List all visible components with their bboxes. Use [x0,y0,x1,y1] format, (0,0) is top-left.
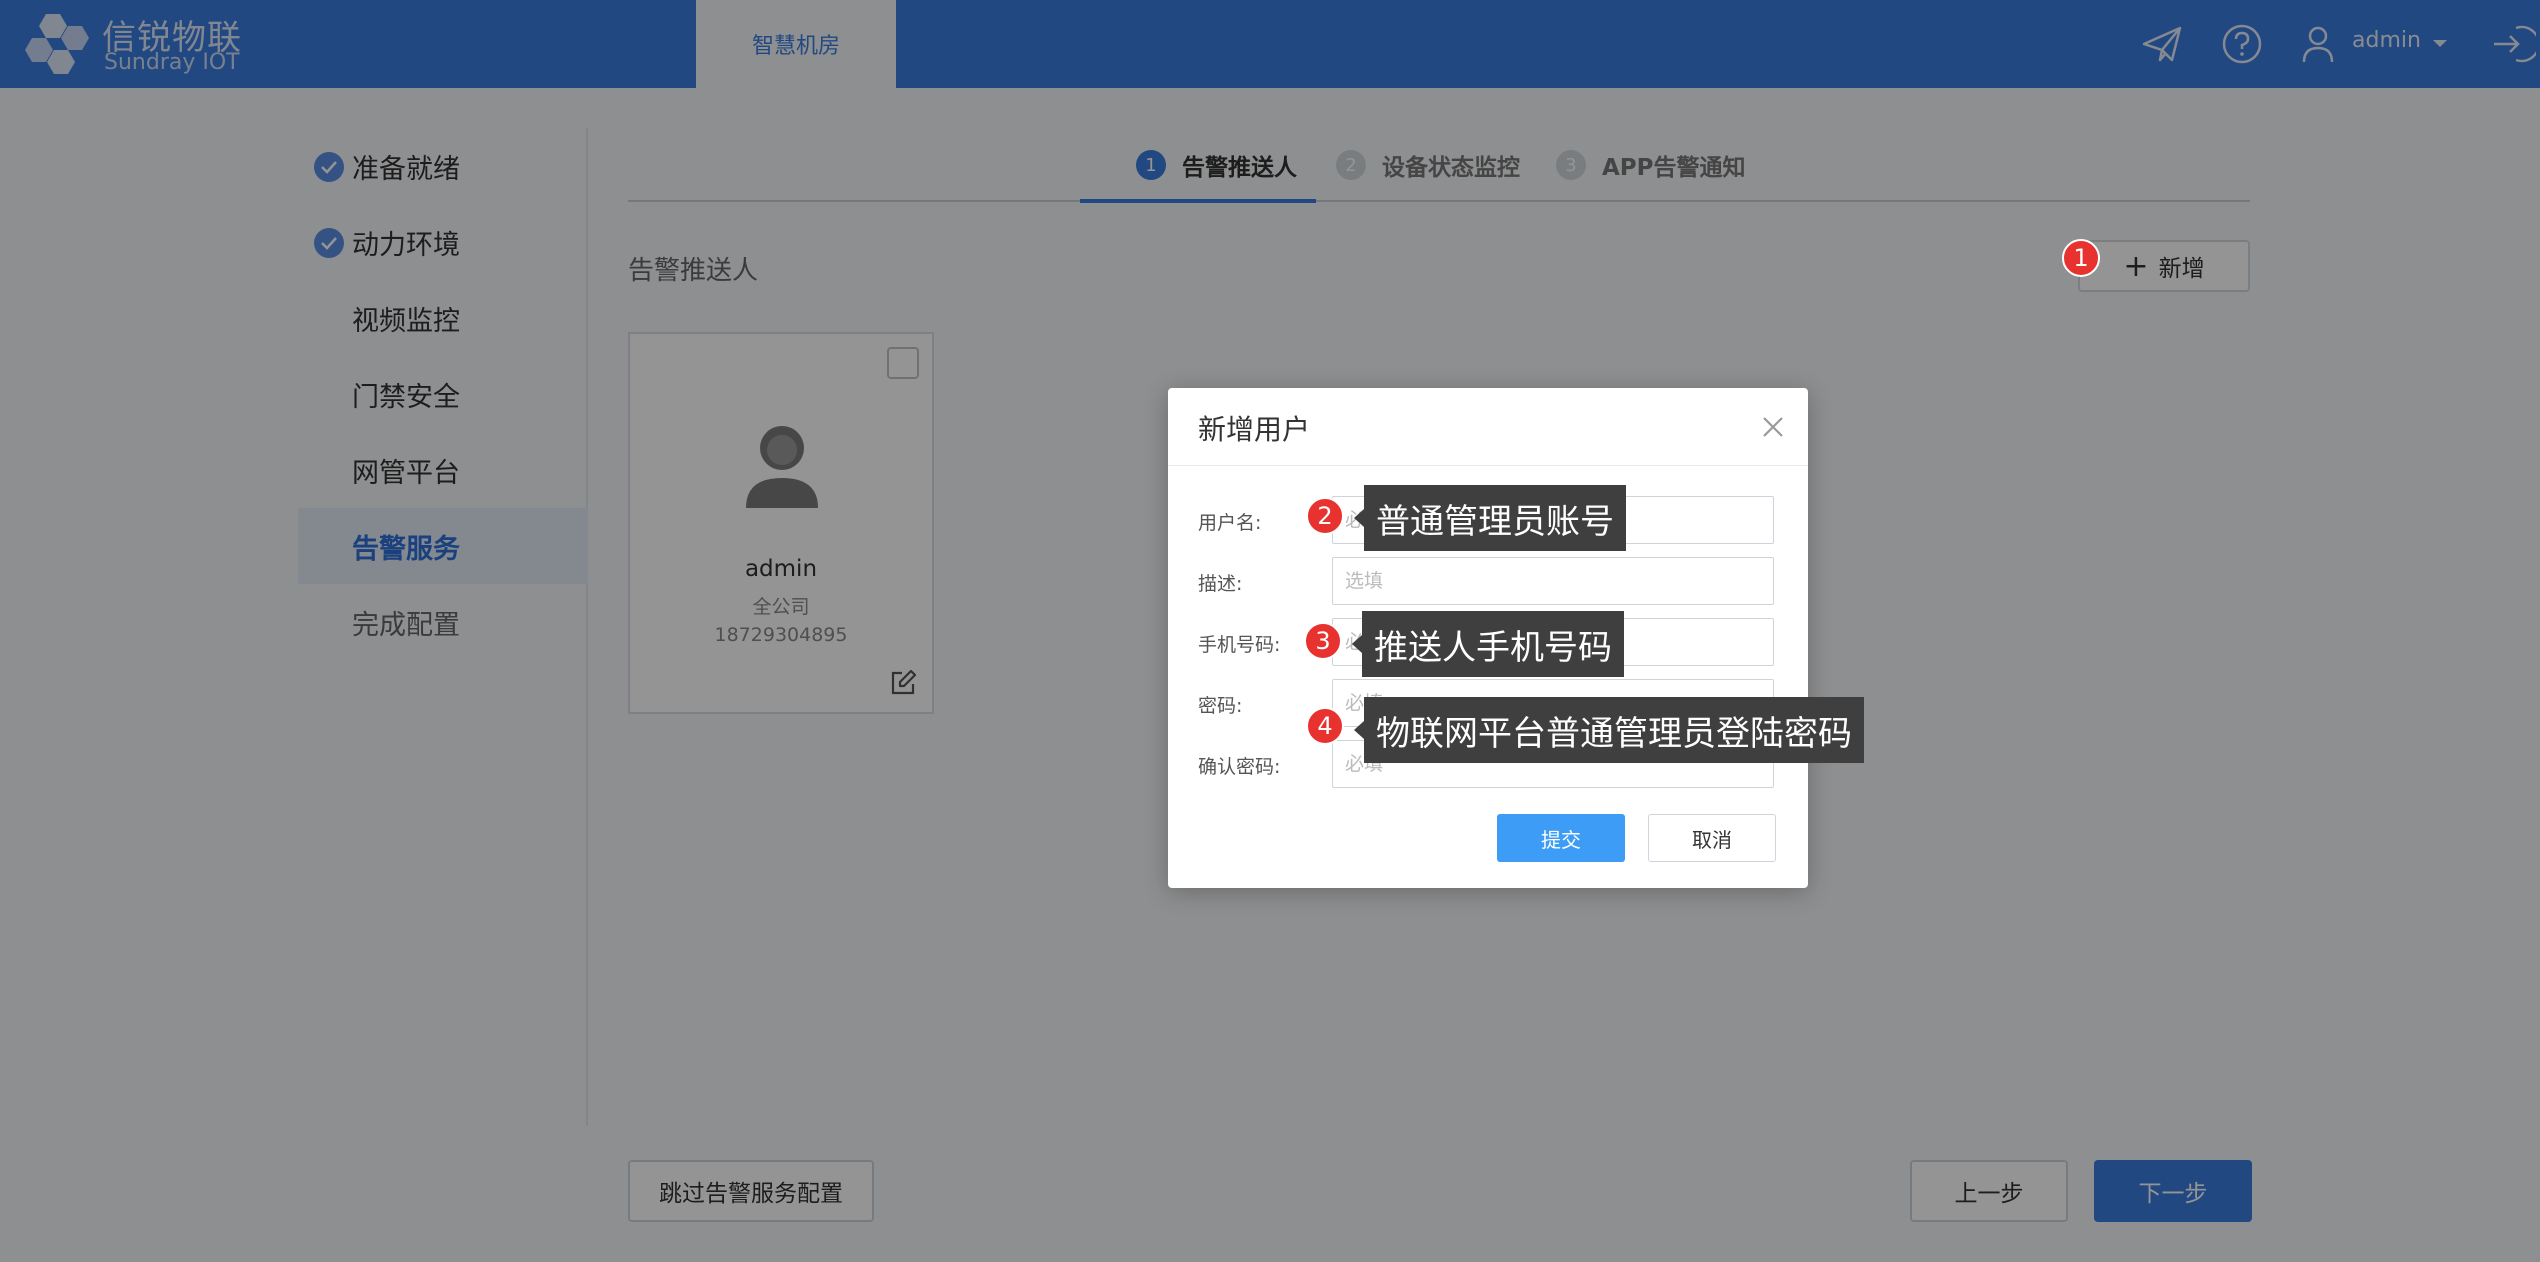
password-label: 密码: [1198,695,1243,717]
cancel-button[interactable]: 取消 [1648,814,1776,862]
annotation-callout-4: 物联网平台普通管理员登陆密码 [1354,697,1864,763]
phone-label: 手机号码: [1198,634,1281,656]
dialog-header: 新增用户 [1168,388,1808,466]
dialog-title: 新增用户 [1198,413,1311,446]
username-label: 用户名: [1198,512,1262,534]
confirm-password-label: 确认密码: [1198,756,1281,778]
description-label: 描述: [1198,573,1243,595]
annotation-callout-2: 普通管理员账号 [1354,485,1626,551]
description-input[interactable] [1332,557,1774,605]
annotation-marker-1: 1 [2062,239,2100,277]
form-row-description: 描述: [1198,557,1778,605]
close-icon[interactable] [1758,412,1788,442]
annotation-marker-4: 4 [1306,707,1344,745]
annotation-marker-2: 2 [1306,497,1344,535]
submit-button[interactable]: 提交 [1497,814,1625,862]
annotation-marker-3: 3 [1304,622,1342,660]
annotation-callout-3: 推送人手机号码 [1352,611,1624,677]
